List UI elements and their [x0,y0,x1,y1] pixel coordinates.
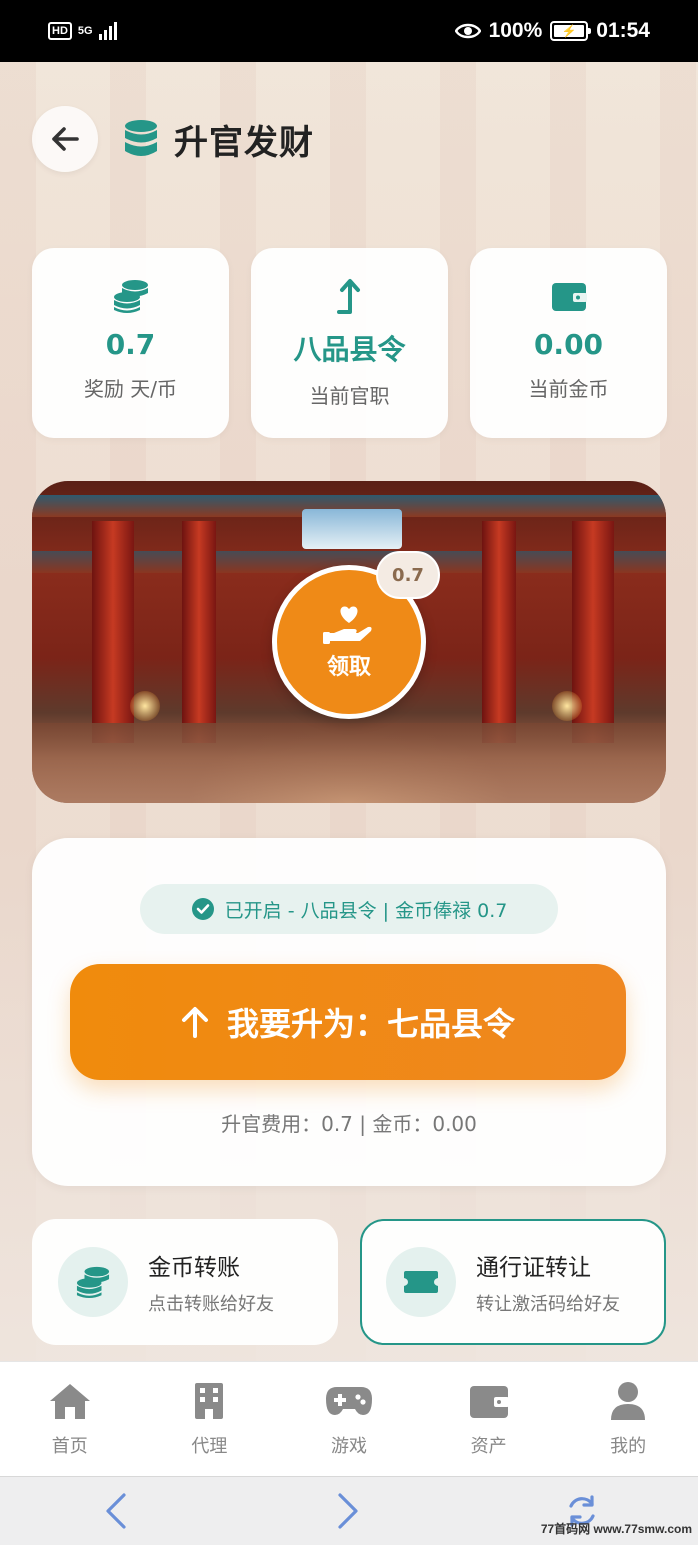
status-bar: HD 5G 100% ⚡ 01:54 [0,0,698,62]
upgrade-card: 已开启 - 八品县令 | 金币俸禄 0.7 我要升为：七品县令 升官费用：0.7… [32,838,666,1186]
nav-label-games: 游戏 [330,1436,367,1457]
browser-forward-button[interactable] [328,1491,368,1531]
arrow-up-icon [181,1007,208,1038]
network-type: 5G [77,24,93,37]
upgrade-button[interactable]: 我要升为：七品县令 [70,964,626,1080]
action-text: 金币转账 点击转账给好友 [148,1248,274,1316]
signal-icon [98,22,117,40]
upgrade-cost: 升官费用：0.7 | 金币：0.00 [221,1112,477,1136]
stat-card-reward: 0.7 奖励 天/币 [32,248,229,438]
gold-transfer-button[interactable]: 金币转账 点击转账给好友 [32,1219,338,1345]
eye-icon [454,23,481,39]
reward-label: 奖励 天/币 [83,377,178,401]
page-title: 升官发财 [174,122,314,163]
database-icon [125,120,157,156]
browser-back-button[interactable] [96,1491,136,1531]
status-right: 100% ⚡ 01:54 [454,19,650,43]
action-icon-wrap [386,1247,456,1317]
chevron-right-icon [338,1493,358,1529]
banner-pillar [182,521,216,743]
upgrade-button-label: 我要升为：七品县令 [226,1005,515,1043]
banner-floor [32,723,666,803]
status-left: HD 5G [48,22,117,40]
action-row: 金币转账 点击转账给好友 通行证转让 转让激活码给好友 [32,1219,666,1345]
banner-lamp [130,691,160,721]
stat-card-rank: 八品县令 当前官职 [251,248,448,438]
action-text: 通行证转让 转让激活码给好友 [476,1248,620,1316]
page-header: 升官发财 [32,106,314,172]
status-pill: 已开启 - 八品县令 | 金币俸禄 0.7 [140,884,558,934]
stats-row: 0.7 奖励 天/币 八品县令 当前官职 0.00 当前金币 [32,248,667,438]
wallet-icon [551,283,587,311]
battery-percent: 100% [488,19,543,42]
action-icon-wrap [58,1247,128,1317]
nav-label-agent: 代理 [191,1436,228,1457]
arrow-up-turn-icon [336,279,360,314]
claim-amount-badge: 0.7 [376,551,440,599]
gold-transfer-subtitle: 点击转账给好友 [148,1294,274,1315]
nav-item-mine[interactable]: 我的 [578,1380,678,1458]
gamepad-icon [325,1387,372,1415]
nav-item-games[interactable]: 游戏 [299,1380,399,1458]
status-text: 已开启 - 八品县令 | 金币俸禄 0.7 [224,899,508,922]
banner-pillar [92,521,134,743]
stat-card-gold: 0.00 当前金币 [470,248,667,438]
banner-pillar [482,521,516,743]
gold-label: 当前金币 [528,377,609,401]
bottom-nav: 首页 代理 游戏 资产 我的 [0,1361,698,1476]
watermark: 77首码网 www.77smw.com [540,1522,692,1536]
rank-value: 八品县令 [293,333,406,366]
back-button[interactable] [32,106,98,172]
pass-transfer-button[interactable]: 通行证转让 转让激活码给好友 [360,1219,666,1345]
gold-value: 0.00 [533,328,604,361]
arrow-left-icon [52,127,79,151]
nav-label-assets: 资产 [470,1436,507,1457]
chevron-left-icon [106,1493,126,1529]
home-icon [49,1384,90,1419]
check-circle-icon [191,898,214,920]
building-icon [195,1383,224,1419]
claim-label: 领取 [326,655,371,680]
palace-banner: 领取 0.7 [32,481,666,803]
user-icon [611,1382,646,1420]
nav-item-assets[interactable]: 资产 [439,1380,539,1458]
pass-transfer-subtitle: 转让激活码给好友 [476,1294,620,1315]
coins-icon [76,1266,110,1299]
nav-label-home: 首页 [51,1436,88,1457]
gold-transfer-title: 金币转账 [148,1255,240,1281]
coins-icon [113,280,148,313]
rank-label: 当前官职 [309,384,390,408]
banner-lamp [552,691,582,721]
nav-item-agent[interactable]: 代理 [159,1380,259,1458]
ticket-icon [404,1271,438,1293]
browser-toolbar: 77首码网 www.77smw.com [0,1476,698,1545]
nav-label-mine: 我的 [610,1436,647,1457]
hand-heart-icon [323,606,372,644]
reward-value: 0.7 [105,328,156,361]
hd-indicator: HD [48,22,72,40]
wallet-icon [469,1386,509,1418]
clock: 01:54 [596,19,650,42]
banner-sky [302,509,402,549]
battery-icon: ⚡ [550,21,592,41]
nav-item-home[interactable]: 首页 [20,1380,120,1458]
pass-transfer-title: 通行证转让 [476,1255,591,1281]
